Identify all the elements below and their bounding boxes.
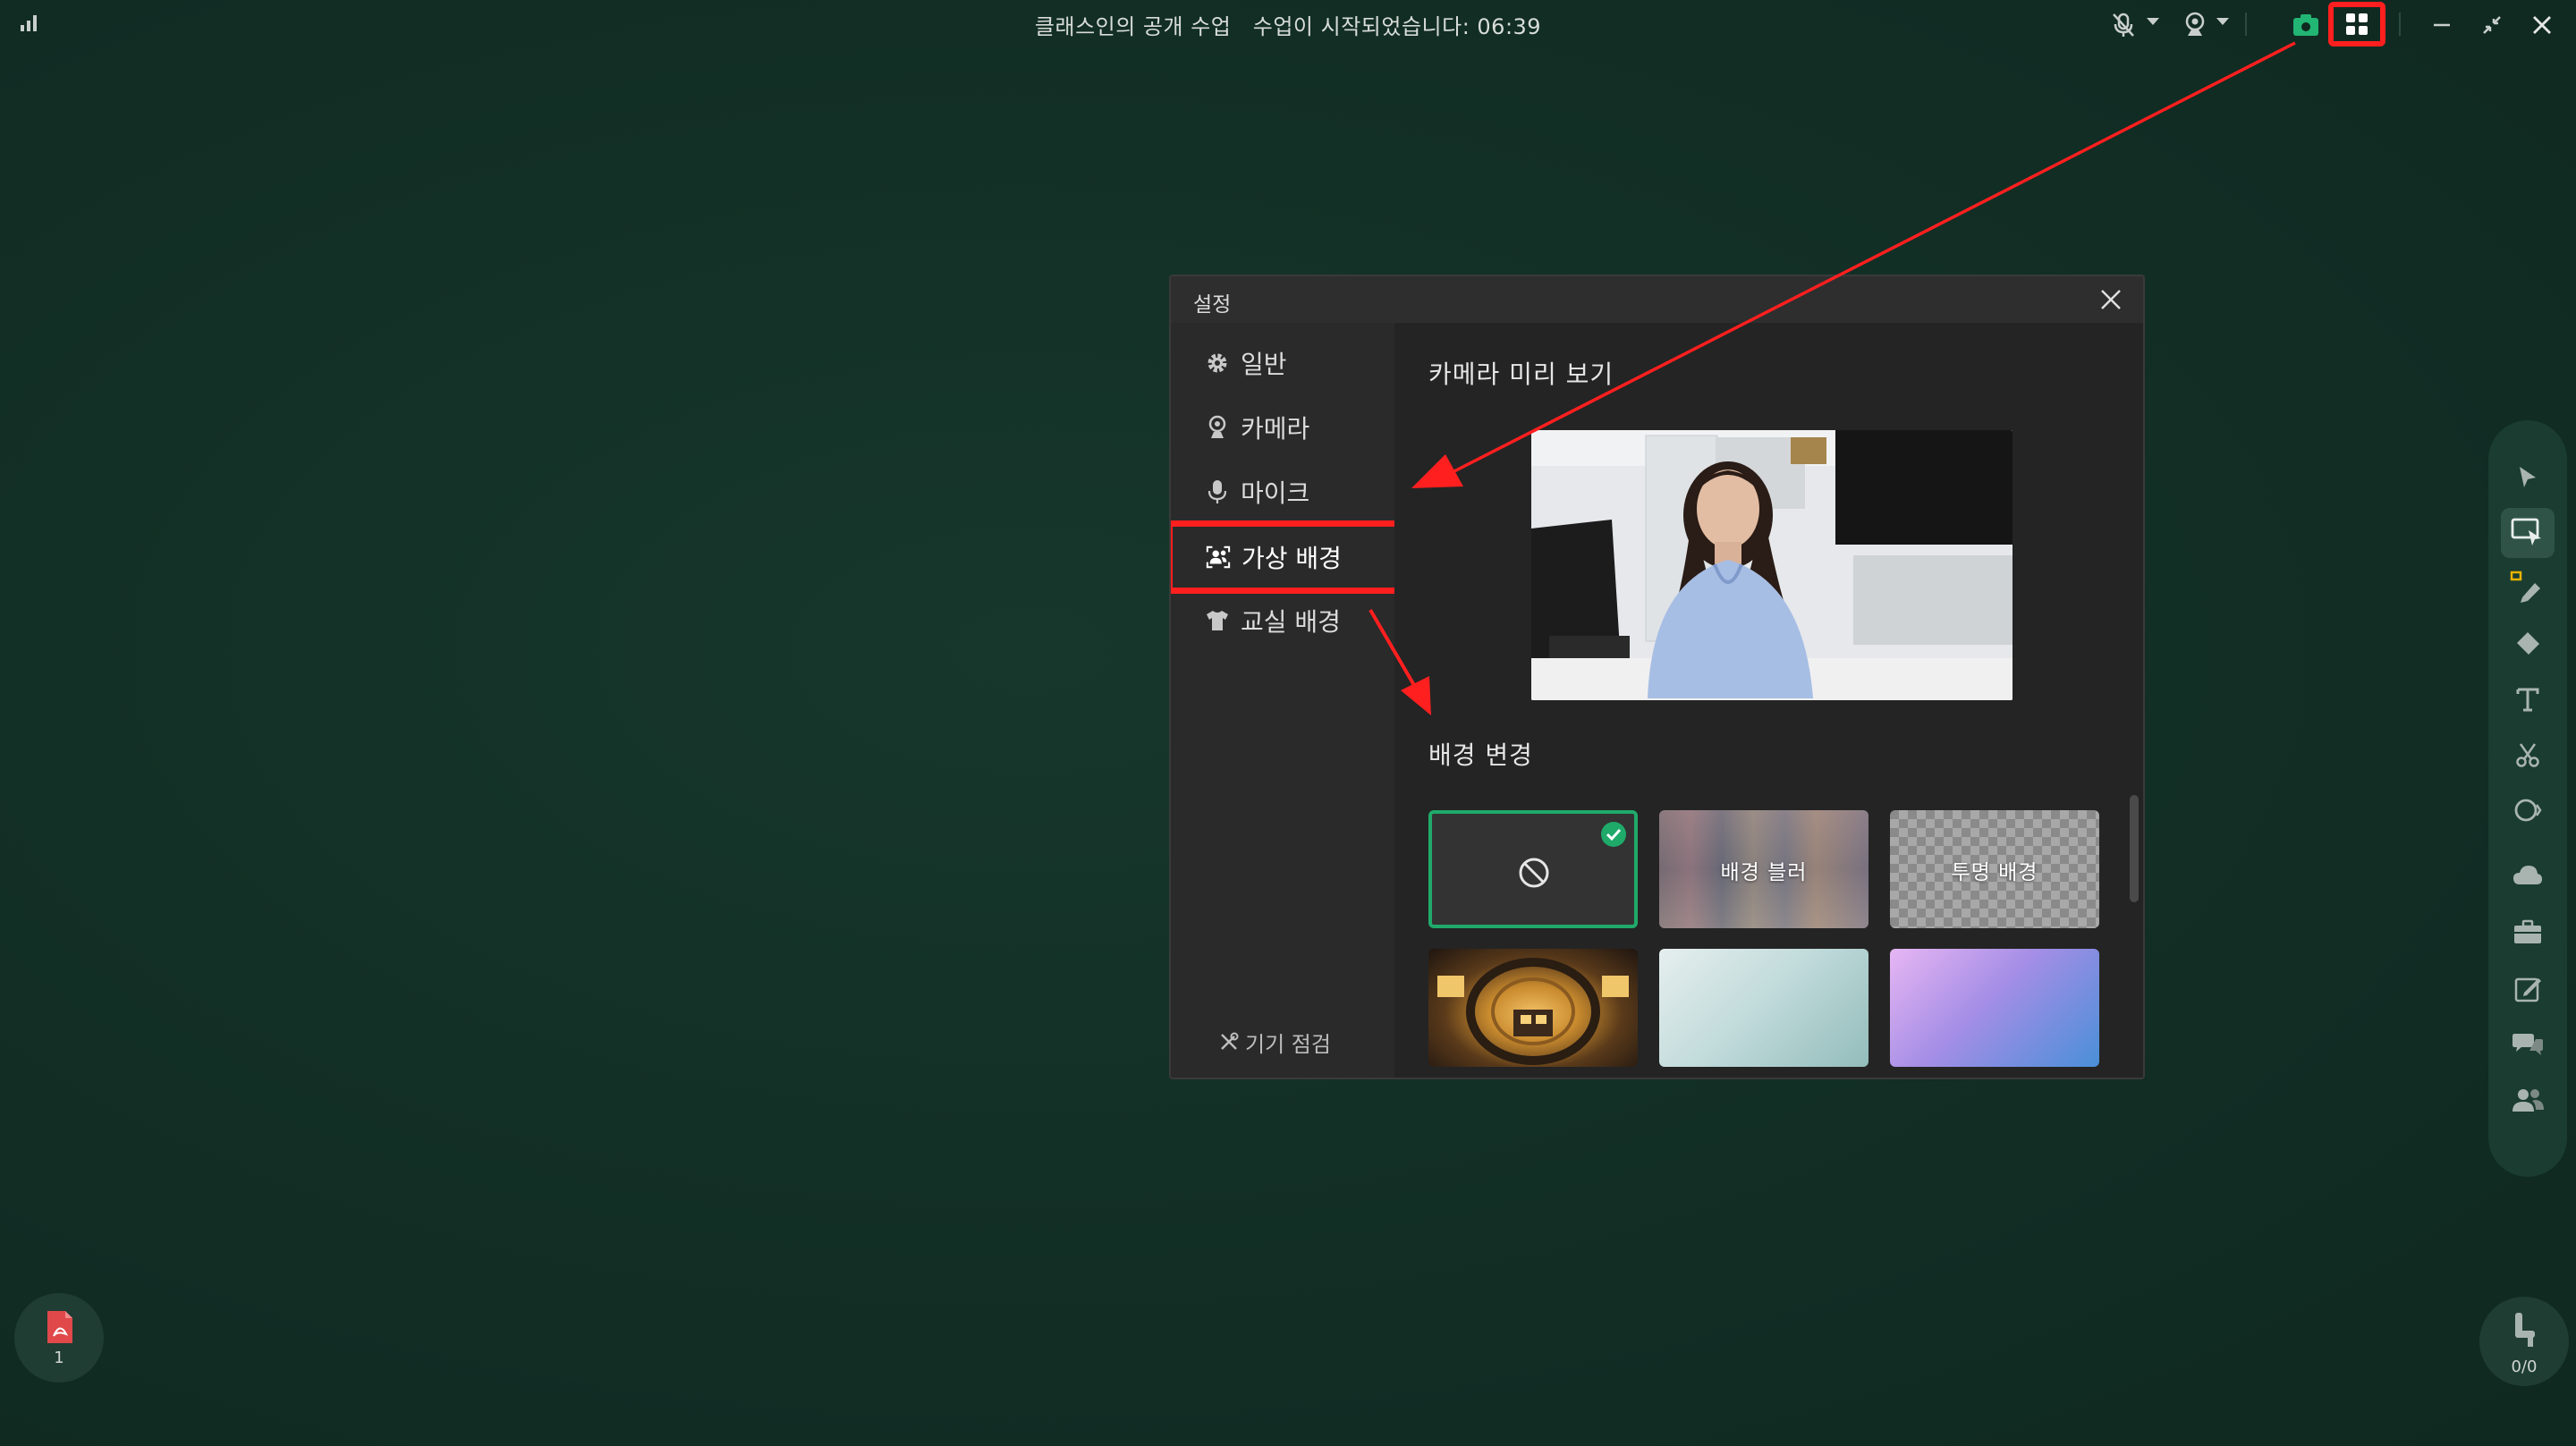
microphone-icon [1205,479,1230,504]
seat-icon [2515,1313,2535,1347]
chat-button[interactable] [2501,1019,2555,1070]
spaceship-interior-image [1437,958,1629,1065]
camera-preview-image [1531,430,2012,700]
select-area-icon [2511,518,2541,545]
no-background-icon [1519,858,1549,888]
pdf-count: 1 [54,1349,64,1367]
background-option-mint-gradient[interactable] [1659,949,1868,1067]
webcam-icon [1205,415,1230,440]
selected-check-icon [1601,822,1626,847]
apps-grid-icon [2346,13,2368,35]
users-icon [2512,1089,2544,1112]
sidebar-item-label: 일반 [1241,350,1287,379]
select-tool-button[interactable] [2501,508,2555,558]
sidebar-item-label: 교실 배경 [1241,607,1341,637]
cloud-drive-button[interactable] [2501,850,2555,900]
shape-circle-icon [2514,799,2542,822]
microphone-dropdown-icon[interactable] [2147,18,2159,25]
drawing-toolbar [2488,420,2567,1177]
pdf-file-icon [47,1311,72,1343]
text-t-icon [2516,688,2539,712]
seat-arrangement-button[interactable]: 0/0 [2479,1297,2569,1386]
webcam-icon[interactable] [2177,7,2213,43]
device-check-button[interactable]: 기기 점검 [1218,1019,1331,1064]
tile-label: 투명 배경 [1951,861,2038,884]
sidebar-item-general[interactable]: 일반 [1205,341,1287,385]
tile-label: 배경 블러 [1720,861,1808,884]
restore-icon[interactable] [2474,7,2510,43]
cursor-arrow-icon [2520,467,2536,487]
background-options-grid: 배경 블러 투명 배경 [1428,810,2108,1078]
sidebar-item-label: 카메라 [1241,414,1310,444]
close-icon[interactable] [2097,285,2125,314]
camera-capture-icon[interactable] [2288,7,2324,43]
eraser-tool-button[interactable] [2501,619,2555,669]
background-option-purple-gradient[interactable] [1890,949,2099,1067]
chat-bubbles-icon [2512,1034,2543,1055]
background-option-transparent[interactable]: 투명 배경 [1890,810,2099,928]
camera-preview-title: 카메라 미리 보기 [1428,359,1614,389]
device-check-label: 기기 점검 [1245,1031,1331,1057]
settings-sidebar: 일반 카메라 마이크 가상 배경 교실 배경 [1171,323,1404,1078]
background-option-spaceship[interactable] [1428,949,1638,1067]
virtual-background-icon [1206,545,1231,570]
scissors-tool-button[interactable] [2501,730,2555,780]
toolbar-separator [2399,13,2401,36]
pdf-file-button[interactable]: 1 [14,1293,104,1383]
sidebar-item-virtual-background[interactable]: 가상 배경 [1171,520,1404,594]
seat-count: 0/0 [2511,1357,2538,1376]
pointer-tool-button[interactable] [2501,452,2555,503]
eraser-icon [2517,632,2539,655]
settings-dialog: 설정 일반 카메라 마이크 가상 배경 교실 배경 카메라 미리 보기 배경 변… [1169,275,2145,1079]
webcam-dropdown-icon[interactable] [2216,18,2229,25]
change-background-title: 배경 변경 [1428,740,1533,770]
edit-pencil-icon [2514,977,2541,1002]
background-option-none[interactable] [1428,810,1638,928]
camera-preview [1531,430,2012,700]
sidebar-item-microphone[interactable]: 마이크 [1205,469,1309,514]
microphone-muted-icon[interactable] [2106,7,2141,43]
close-window-icon[interactable] [2524,7,2560,43]
top-bar: 클래스인의 공개 수업 수업이 시작되었습니다: 06:39 [0,0,2576,50]
gear-icon [1205,351,1230,376]
shirt-icon [1205,608,1230,633]
toolbar-separator [2245,13,2247,36]
briefcase-icon [2514,919,2541,943]
pen-tool-button[interactable] [2501,563,2555,613]
dialog-title: 설정 [1193,293,1232,317]
background-option-blur[interactable]: 배경 블러 [1659,810,1868,928]
cloud-icon [2513,866,2542,884]
tools-icon [1218,1031,1240,1053]
text-tool-button[interactable] [2501,674,2555,724]
sidebar-item-classroom-background[interactable]: 교실 배경 [1205,598,1341,643]
dialog-header: 설정 [1171,276,2143,324]
sidebar-item-label: 마이크 [1241,478,1310,508]
apps-menu-button[interactable] [2328,2,2385,47]
virtual-background-panel: 카메라 미리 보기 배경 변경 배경 블러 투명 배경 [1394,323,2143,1078]
edit-note-button[interactable] [2501,964,2555,1014]
scissors-icon [2516,743,2539,767]
toolbox-button[interactable] [2501,907,2555,957]
shape-tool-button[interactable] [2501,785,2555,835]
members-button[interactable] [2501,1075,2555,1125]
sidebar-item-label: 가상 배경 [1241,544,1342,573]
sidebar-item-camera[interactable]: 카메라 [1205,405,1309,450]
panel-scrollbar[interactable] [2130,795,2139,902]
minimize-icon[interactable] [2424,7,2460,43]
marker-icon [2510,571,2540,603]
